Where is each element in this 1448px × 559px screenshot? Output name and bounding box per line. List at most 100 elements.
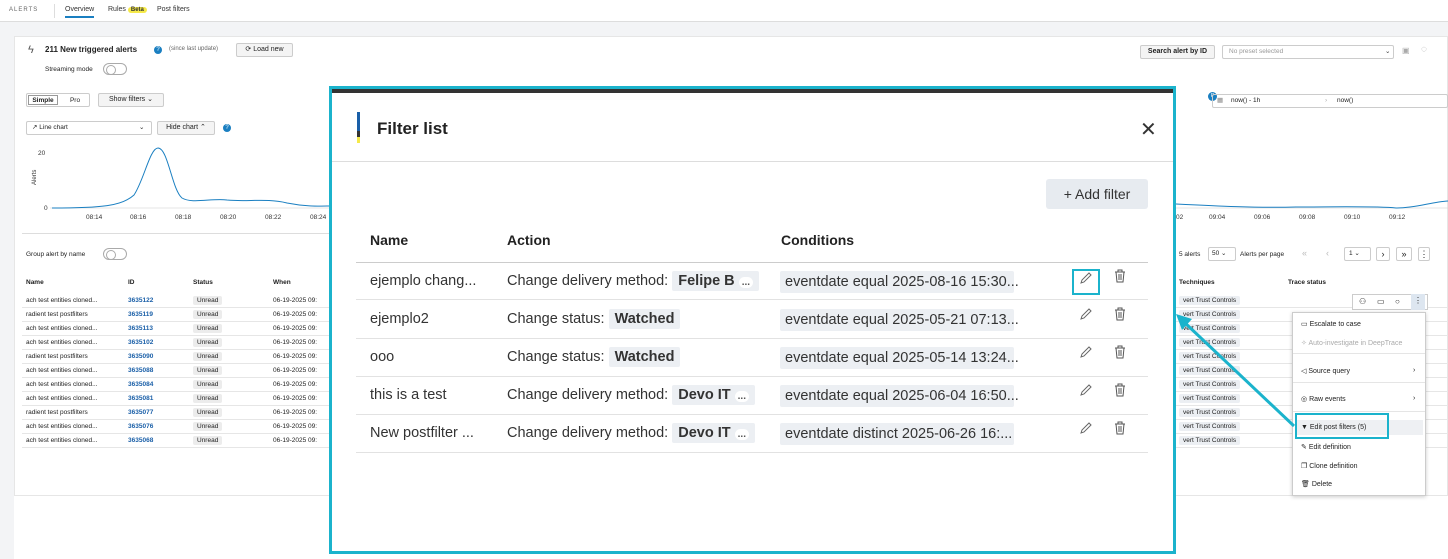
col-id[interactable]: ID: [128, 279, 135, 286]
table-row[interactable]: ach test entities cloned... 3635081 Unread…: [22, 392, 332, 406]
col-when[interactable]: When: [273, 279, 291, 286]
col-trace-status[interactable]: Trace status: [1288, 279, 1326, 286]
cell-id[interactable]: 3635068: [128, 434, 153, 448]
page-gutter: [0, 22, 1448, 36]
filter-row[interactable]: ejemplo chang... Change delivery method:…: [356, 262, 1148, 300]
load-new-button[interactable]: ⟳ Load new: [236, 43, 293, 57]
tab-rules[interactable]: Rules Beta: [108, 6, 147, 13]
edit-filter-icon[interactable]: [1072, 345, 1100, 371]
chart-help-icon[interactable]: ?: [223, 124, 231, 132]
prev-page-icon[interactable]: ‹: [1326, 248, 1329, 258]
delete-filter-icon[interactable]: [1106, 383, 1134, 409]
table-row[interactable]: radient test postfilters 3635119 Unread 06-…: [22, 308, 332, 322]
delete-filter-icon[interactable]: [1106, 345, 1134, 371]
filter-row[interactable]: ejemplo2 Change status: Watched eventdat…: [356, 301, 1148, 339]
escalate-icon[interactable]: ⚇: [1359, 295, 1366, 309]
time-range-picker[interactable]: ▦ now() - 1h › now(): [1212, 94, 1448, 108]
menu-item-raw-events[interactable]: ◎ Raw events ›: [1301, 395, 1419, 403]
chart-type-select[interactable]: ↗ Line chart ⌄: [26, 121, 152, 135]
cell-id[interactable]: 3635090: [128, 350, 153, 364]
last-page-icon[interactable]: »: [1396, 247, 1412, 261]
line-chart-icon: ↗: [32, 124, 38, 131]
mode-simple[interactable]: Simple: [28, 95, 58, 105]
info-icon[interactable]: ?: [154, 46, 162, 54]
filter-row[interactable]: New postfilter ... Change delivery metho…: [356, 415, 1148, 453]
table-row[interactable]: ach test entities cloned... 3635088 Unread…: [22, 364, 332, 378]
streaming-toggle[interactable]: [103, 63, 127, 75]
tab-post-filters[interactable]: Post filters: [157, 6, 190, 13]
col-status[interactable]: Status: [193, 279, 213, 286]
menu-item-source-query[interactable]: ◁ Source query ›: [1301, 367, 1419, 375]
cell-id[interactable]: 3635084: [128, 378, 153, 392]
group-toggle[interactable]: [103, 248, 127, 260]
kebab-icon[interactable]: ⋮: [1411, 294, 1425, 310]
table-row[interactable]: radient test postfilters 3635077 Unread 06-…: [22, 406, 332, 420]
preset-select[interactable]: No preset selected ⌄: [1222, 45, 1394, 59]
tab-overview[interactable]: Overview: [65, 6, 95, 18]
events-icon: ◎: [1301, 396, 1308, 403]
delete-filter-icon[interactable]: [1106, 307, 1134, 333]
mode-switch: Simple Pro: [26, 93, 90, 107]
search-alert-by-id-button[interactable]: Search alert by ID: [1140, 45, 1215, 59]
show-filters-button[interactable]: Show filters ⌄: [98, 93, 164, 107]
comment-icon[interactable]: ○: [1395, 295, 1400, 309]
filter-action-label: Change delivery method:: [507, 273, 669, 289]
next-page-icon[interactable]: ›: [1376, 247, 1390, 261]
menu-item-edit-definition[interactable]: ✎ Edit definition: [1301, 443, 1351, 451]
menu-item-clone-definition[interactable]: ❐ Clone definition: [1301, 462, 1358, 470]
delete-filter-icon[interactable]: [1106, 269, 1134, 295]
table-row[interactable]: ach test entities cloned... 3635113 Unread…: [22, 322, 332, 336]
filter-row[interactable]: ooo Change status: Watched eventdate equ…: [356, 339, 1148, 377]
reset-icon[interactable]: ◌: [1421, 44, 1427, 55]
more-badge[interactable]: ...: [734, 391, 749, 402]
more-icon[interactable]: ⋮: [1418, 247, 1430, 261]
inbox-icon[interactable]: ▭: [1377, 295, 1385, 309]
status-badge: Unread: [193, 338, 223, 347]
add-filter-button[interactable]: + Add filter: [1046, 179, 1148, 209]
table-row[interactable]: ach test entities cloned... 3635068 Unread…: [22, 434, 332, 448]
x-tick-label: 08:18: [175, 214, 192, 221]
menu-item-escalate[interactable]: ▭ Escalate to case: [1301, 320, 1361, 328]
per-page-select[interactable]: 50 ⌄: [1208, 247, 1236, 261]
cell-id[interactable]: 3635088: [128, 364, 153, 378]
cell-name: ach test entities cloned...: [26, 423, 98, 430]
cell-name: radient test postfilters: [26, 353, 88, 360]
menu-item-label: Source query: [1308, 368, 1350, 375]
table-row[interactable]: radient test postfilters 3635090 Unread 06-…: [22, 350, 332, 364]
pencil-icon: ✎: [1301, 444, 1307, 451]
alerts-table: ach test entities cloned... 3635122 Unread…: [22, 294, 332, 448]
menu-item-auto-investigate[interactable]: ✧ Auto-investigate in DeepTrace: [1301, 339, 1402, 347]
cell-id[interactable]: 3635122: [128, 294, 153, 308]
preset-placeholder: No preset selected: [1229, 48, 1284, 55]
col-techniques[interactable]: Techniques: [1179, 279, 1215, 286]
more-badge[interactable]: ...: [738, 277, 754, 288]
cell-id[interactable]: 3635076: [128, 420, 153, 434]
menu-item-label: Edit definition: [1308, 444, 1351, 451]
mode-pro[interactable]: Pro: [61, 96, 89, 105]
edit-filter-icon[interactable]: [1072, 421, 1100, 447]
table-row[interactable]: ach test entities cloned... 3635084 Unread…: [22, 378, 332, 392]
cell-id[interactable]: 3635077: [128, 406, 153, 420]
edit-filter-icon[interactable]: [1072, 307, 1100, 333]
cell-id[interactable]: 3635113: [128, 322, 153, 336]
cell-id[interactable]: 3635102: [128, 336, 153, 350]
cell-id[interactable]: 3635119: [128, 308, 153, 322]
table-row[interactable]: ach test entities cloned... 3635102 Unread…: [22, 336, 332, 350]
table-row[interactable]: ach test entities cloned... 3635122 Unread…: [22, 294, 332, 308]
table-row[interactable]: ach test entities cloned... 3635076 Unread…: [22, 420, 332, 434]
menu-item-delete[interactable]: 🗑 Delete: [1301, 480, 1332, 488]
col-name[interactable]: Name: [26, 279, 44, 286]
edit-filter-icon[interactable]: [1072, 383, 1100, 409]
cell-id[interactable]: 3635081: [128, 392, 153, 406]
x-tick-label: 08:22: [265, 214, 282, 221]
filter-row[interactable]: this is a test Change delivery method: D…: [356, 377, 1148, 415]
hide-chart-button[interactable]: Hide chart ⌃: [157, 121, 215, 135]
more-badge[interactable]: ...: [734, 429, 749, 440]
save-preset-icon[interactable]: ▣: [1402, 46, 1410, 55]
close-icon[interactable]: ✕: [1140, 117, 1157, 142]
first-page-icon[interactable]: «: [1302, 248, 1307, 258]
status-badge: Unread: [193, 366, 223, 375]
edit-filter-icon[interactable]: [1072, 269, 1100, 295]
delete-filter-icon[interactable]: [1106, 421, 1134, 447]
page-select[interactable]: 1 ⌄: [1344, 247, 1371, 261]
